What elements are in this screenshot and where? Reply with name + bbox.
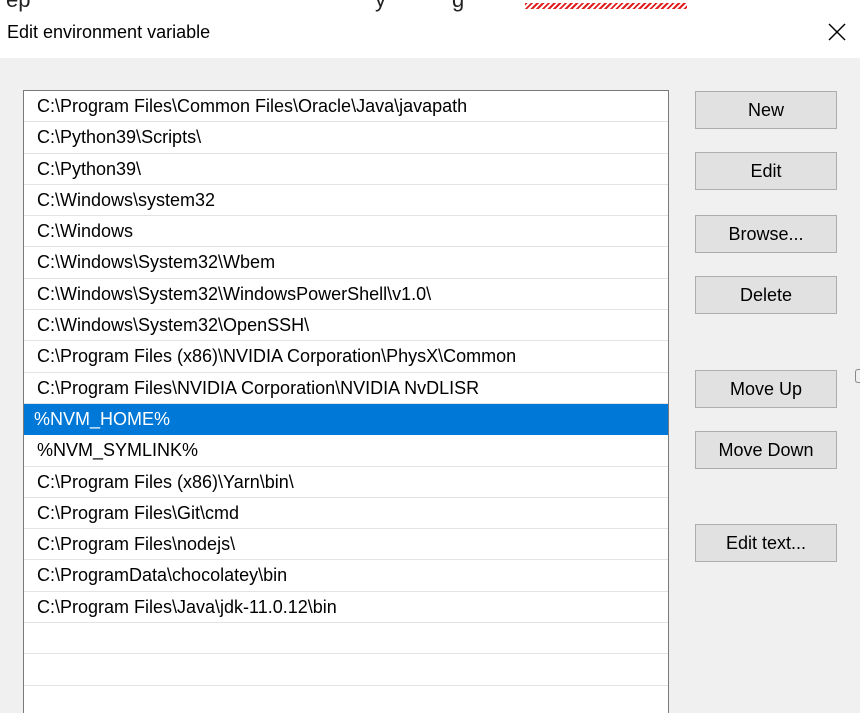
close-button[interactable] xyxy=(814,12,860,52)
fragment-text-mid: y xyxy=(375,0,386,12)
close-icon xyxy=(828,23,846,41)
path-list-item[interactable]: C:\ProgramData\chocolatey\bin xyxy=(24,560,668,592)
path-list-item[interactable]: C:\Program Files\Common Files\Oracle\Jav… xyxy=(24,91,668,123)
new-button[interactable]: New xyxy=(695,91,837,129)
background-window-text-fragment: ep y g xyxy=(0,0,860,12)
path-list-item[interactable]: C:\Program Files (x86)\NVIDIA Corporatio… xyxy=(24,341,668,373)
path-list-item-selected[interactable]: %NVM_HOME% xyxy=(24,403,668,436)
path-list-item[interactable]: C:\Python39\ xyxy=(24,154,668,185)
move-up-button[interactable]: Move Up xyxy=(695,370,837,408)
path-list-item[interactable]: C:\Program Files\nodejs\ xyxy=(24,529,668,561)
path-list-item[interactable]: C:\Program Files\Java\jdk-11.0.12\bin xyxy=(24,592,668,624)
edit-text-button[interactable]: Edit text... xyxy=(695,524,837,562)
path-list-item[interactable]: C:\Program Files\Git\cmd xyxy=(24,498,668,530)
fragment-text-right: g xyxy=(452,0,464,12)
title-bar: Edit environment variable xyxy=(0,12,860,58)
path-list[interactable]: C:\Program Files\Common Files\Oracle\Jav… xyxy=(23,90,669,713)
browse-button[interactable]: Browse... xyxy=(695,215,837,253)
dialog-title: Edit environment variable xyxy=(7,22,211,42)
path-list-item[interactable]: C:\Program Files\NVIDIA Corporation\NVID… xyxy=(24,373,668,404)
path-list-empty-row[interactable] xyxy=(24,654,668,686)
path-list-item[interactable]: C:\Python39\Scripts\ xyxy=(24,122,668,154)
path-list-empty-row[interactable] xyxy=(24,623,668,655)
path-list-item[interactable]: C:\Windows\System32\WindowsPowerShell\v1… xyxy=(24,279,668,311)
path-list-item[interactable]: %NVM_SYMLINK% xyxy=(24,435,668,467)
path-list-item[interactable]: C:\Program Files (x86)\Yarn\bin\ xyxy=(24,467,668,498)
window-edge-grip xyxy=(855,369,860,383)
move-down-button[interactable]: Move Down xyxy=(695,431,837,469)
delete-button[interactable]: Delete xyxy=(695,276,837,314)
path-list-item[interactable]: C:\Windows\system32 xyxy=(24,185,668,217)
edit-button[interactable]: Edit xyxy=(695,152,837,190)
edit-environment-variable-dialog: ep y g Edit environment variable C:\Prog… xyxy=(0,0,860,713)
path-list-empty-row[interactable] xyxy=(24,686,668,713)
spellcheck-underline xyxy=(525,3,687,9)
fragment-text-left: ep xyxy=(6,0,30,12)
path-list-item[interactable]: C:\Windows\System32\Wbem xyxy=(24,247,668,279)
path-list-item[interactable]: C:\Windows xyxy=(24,216,668,248)
path-list-item[interactable]: C:\Windows\System32\OpenSSH\ xyxy=(24,310,668,342)
